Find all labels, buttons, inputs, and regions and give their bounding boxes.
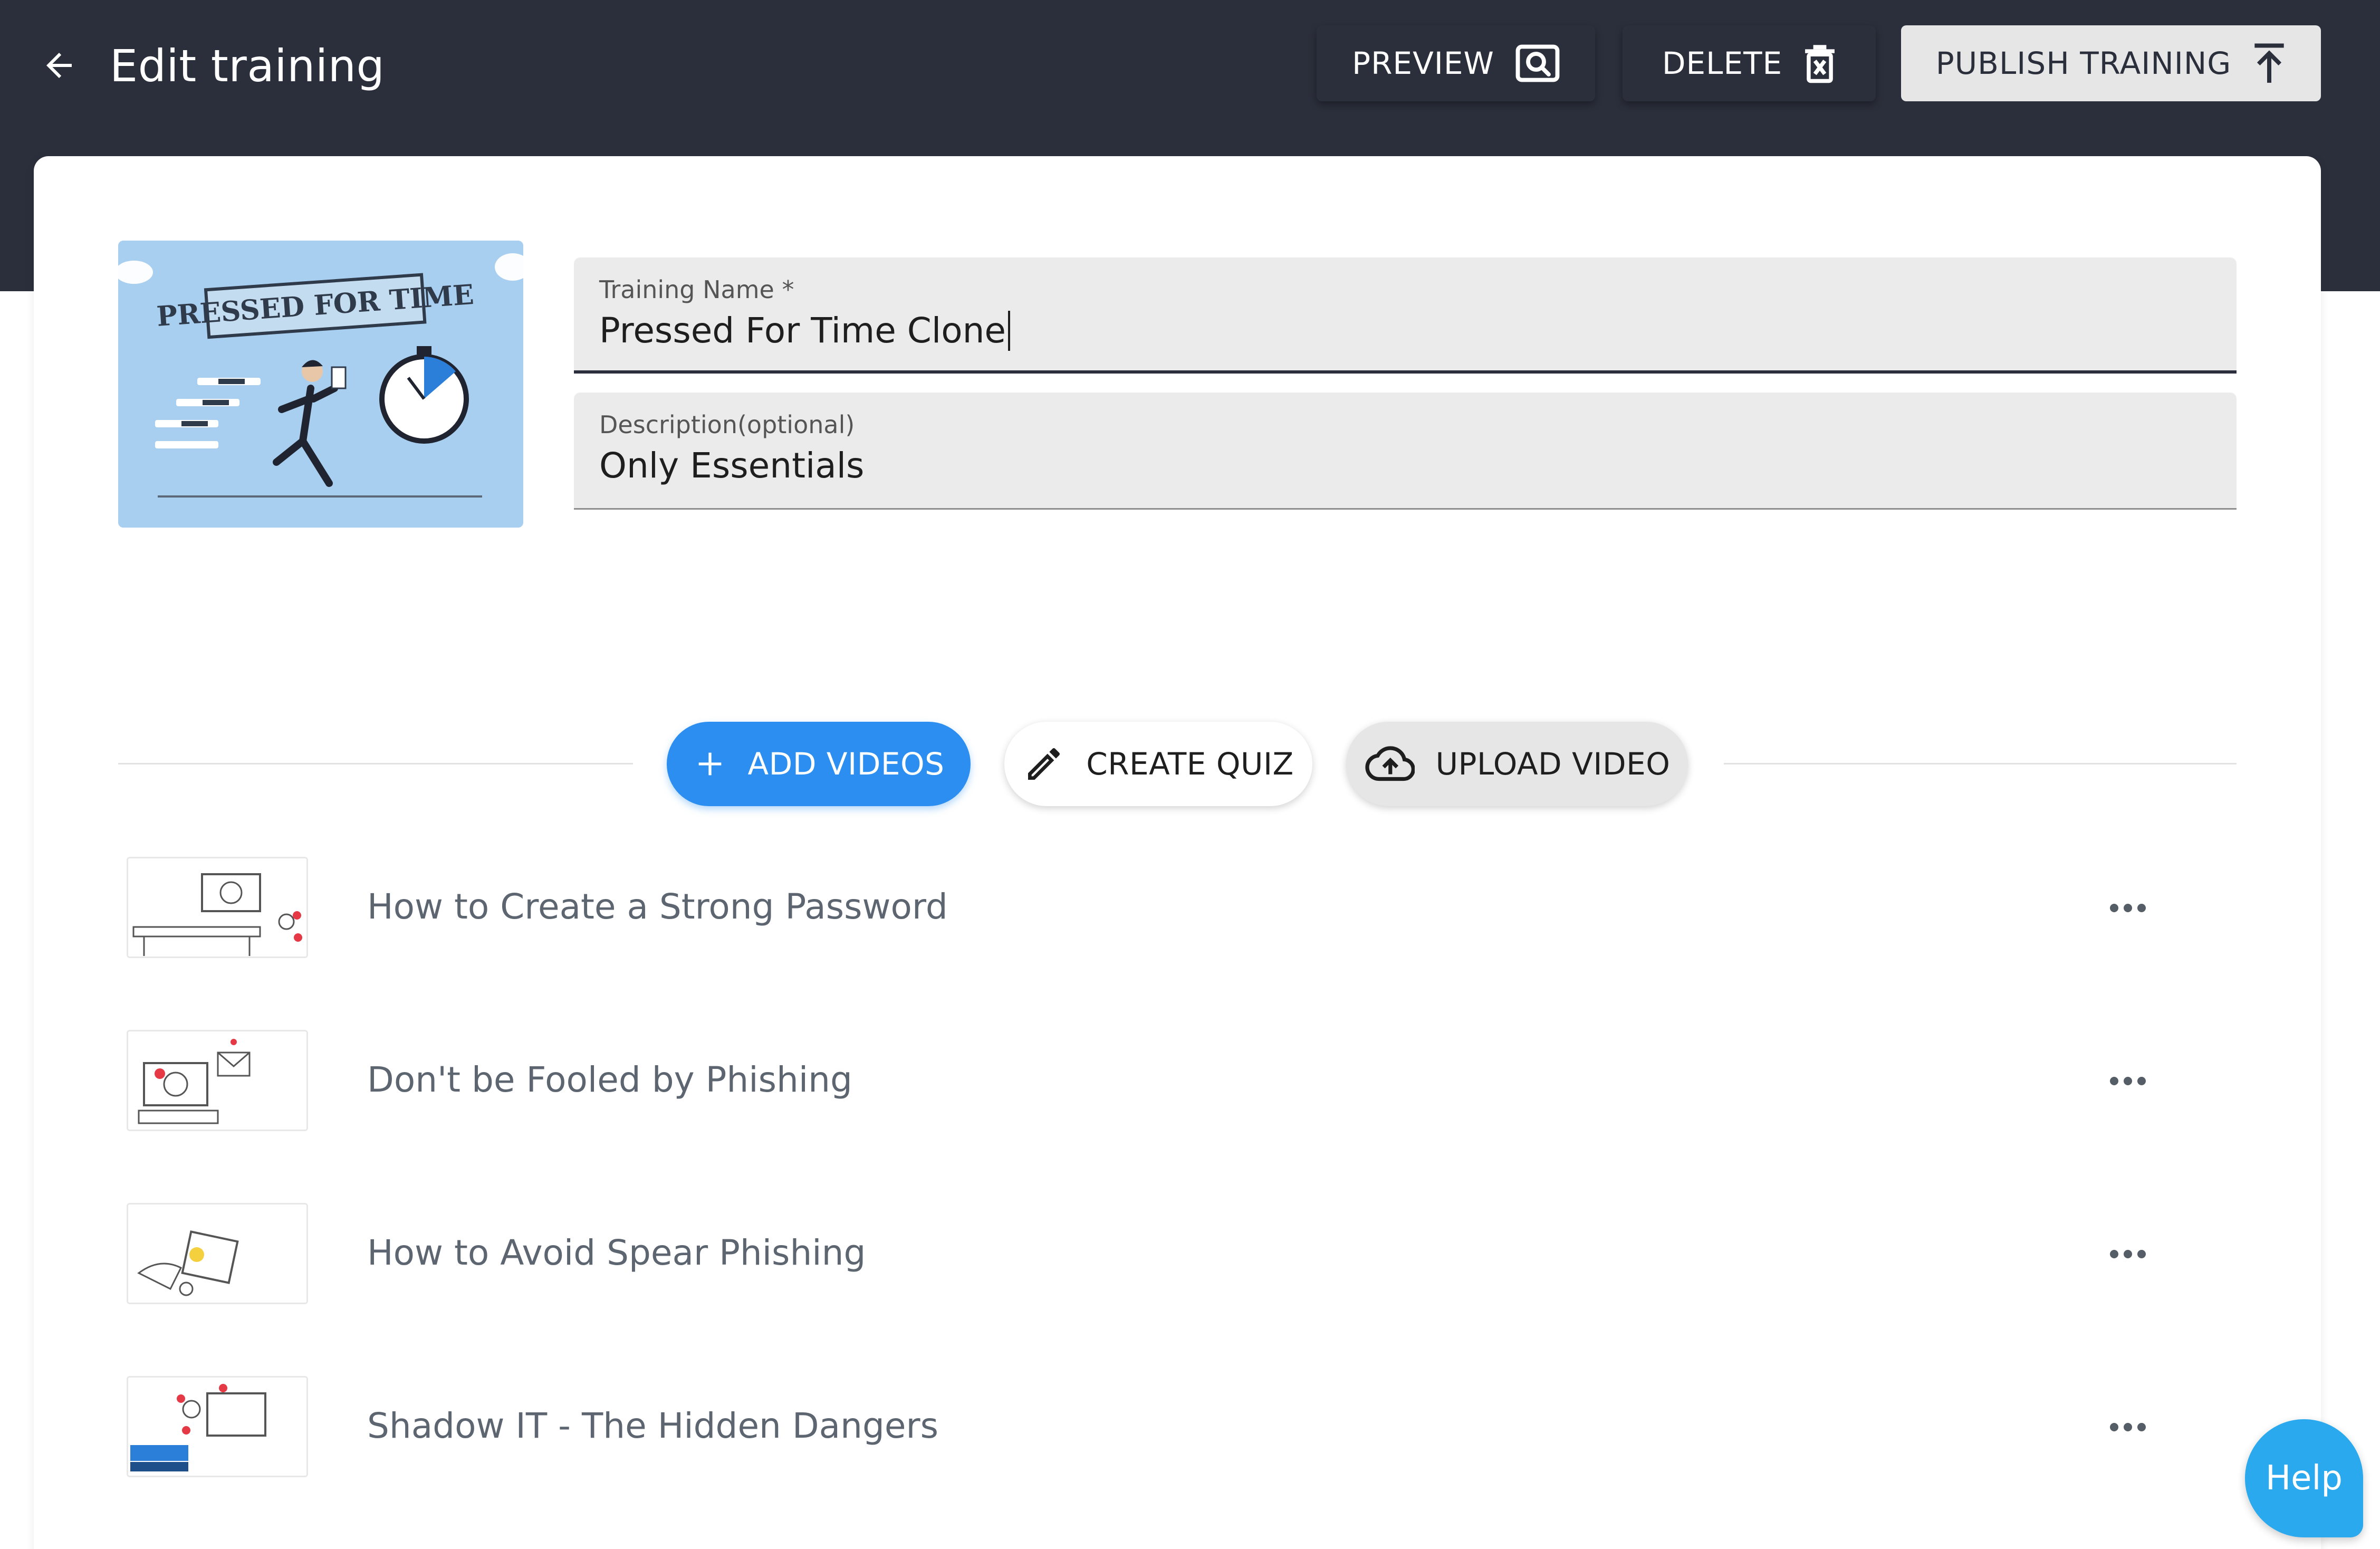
delete-button[interactable]: DELETE xyxy=(1623,25,1876,101)
upload-arrow-icon xyxy=(2254,43,2284,83)
create-quiz-label: CREATE QUIZ xyxy=(1086,746,1294,782)
video-thumbnail-illustration xyxy=(130,1384,266,1471)
description-input[interactable]: Only Essentials xyxy=(599,445,864,486)
add-videos-button[interactable]: ADD VIDEOS xyxy=(667,722,971,806)
video-title: Don't be Fooled by Phishing xyxy=(367,1059,852,1100)
preview-search-icon xyxy=(1515,44,1560,82)
video-thumbnail-illustration xyxy=(138,1039,251,1124)
video-more-options-button[interactable] xyxy=(2101,890,2154,926)
add-videos-label: ADD VIDEOS xyxy=(747,746,945,782)
video-thumbnail xyxy=(127,1030,308,1131)
trash-icon xyxy=(1805,45,1835,83)
training-name-label: Training Name * xyxy=(599,275,794,304)
video-thumbnail-illustration xyxy=(132,873,302,956)
preview-label: PREVIEW xyxy=(1352,45,1494,81)
video-more-options-button[interactable] xyxy=(2101,1236,2154,1273)
help-button[interactable]: Help xyxy=(2245,1419,2363,1537)
publish-label: PUBLISH TRAINING xyxy=(1935,45,2232,81)
video-thumbnail xyxy=(127,1376,308,1477)
more-horizontal-icon xyxy=(2110,1423,2146,1431)
video-more-options-button[interactable] xyxy=(2101,1409,2154,1446)
plus-icon xyxy=(698,752,721,776)
preview-button[interactable]: PREVIEW xyxy=(1317,25,1595,101)
cover-illustration: PRESSED FOR TIME xyxy=(118,241,523,528)
description-value: Only Essentials xyxy=(599,445,865,486)
text-caret xyxy=(1008,310,1011,351)
upload-video-button[interactable]: UPLOAD VIDEO xyxy=(1346,722,1688,806)
more-horizontal-icon xyxy=(2110,1077,2146,1085)
video-title: Shadow IT - The Hidden Dangers xyxy=(367,1405,938,1446)
training-name-input[interactable]: Pressed For Time Clone xyxy=(599,310,1011,351)
video-more-options-button[interactable] xyxy=(2101,1063,2154,1099)
video-thumbnail-illustration xyxy=(137,1230,239,1296)
top-bar: Edit training PREVIEW DELETE PUBLISH TRA… xyxy=(0,0,2380,127)
video-title: How to Avoid Spear Phishing xyxy=(367,1232,866,1273)
publish-training-button[interactable]: PUBLISH TRAINING xyxy=(1901,25,2321,101)
back-button[interactable] xyxy=(38,44,80,87)
video-thumbnail xyxy=(127,857,308,958)
video-list-item[interactable]: Don't be Fooled by Phishing xyxy=(118,1030,2237,1135)
video-list-item[interactable]: Shadow IT - The Hidden Dangers xyxy=(118,1376,2237,1481)
more-horizontal-icon xyxy=(2110,904,2146,912)
cloud-upload-icon xyxy=(1365,746,1415,781)
training-cover-image[interactable]: PRESSED FOR TIME xyxy=(118,241,523,528)
video-title: How to Create a Strong Password xyxy=(367,886,948,927)
training-name-value: Pressed For Time Clone xyxy=(599,310,1006,351)
video-list-item[interactable]: How to Avoid Spear Phishing xyxy=(118,1203,2237,1308)
divider-left xyxy=(118,763,633,764)
delete-label: DELETE xyxy=(1662,45,1783,81)
more-horizontal-icon xyxy=(2110,1250,2146,1258)
page-title: Edit training xyxy=(110,40,385,92)
training-name-field[interactable]: Training Name * Pressed For Time Clone xyxy=(574,257,2237,374)
arrow-left-icon xyxy=(46,53,72,78)
upload-video-label: UPLOAD VIDEO xyxy=(1435,746,1671,782)
video-thumbnail xyxy=(127,1203,308,1304)
video-list-item[interactable]: How to Create a Strong Password xyxy=(118,857,2237,962)
description-field[interactable]: Description(optional) Only Essentials xyxy=(574,393,2237,510)
divider-right xyxy=(1724,763,2237,764)
create-quiz-button[interactable]: CREATE QUIZ xyxy=(1004,722,1312,806)
pencil-icon xyxy=(1028,748,1060,780)
description-label: Description(optional) xyxy=(599,410,855,439)
